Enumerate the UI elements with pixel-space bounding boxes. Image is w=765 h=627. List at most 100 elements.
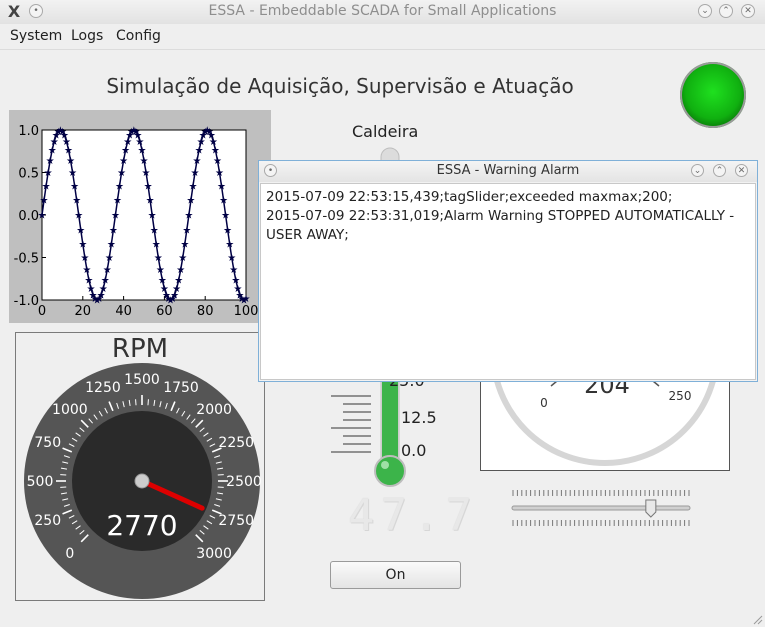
tag-slider[interactable] (510, 488, 692, 528)
sine-plot: 0 20 40 60 80 100 1.0 0.5 0.0 -0.5 -1.0 ★ ★ ★ ★ ★ ★ ★ ★ ★ ★… (9, 110, 271, 323)
dialog-titlebar[interactable]: • ESSA - Warning Alarm ⌄ ⌃ ✕ (259, 161, 757, 182)
sine-point: ★ (148, 211, 157, 222)
y-tick-label: -1.0 (14, 294, 39, 309)
status-led (680, 62, 746, 128)
sine-point: ★ (191, 168, 200, 179)
rpm-tick-label: 1250 (85, 380, 121, 396)
rpm-hub (134, 473, 150, 489)
sine-point: ★ (213, 156, 222, 167)
rpm-tick-label: 2000 (196, 402, 232, 418)
alarm-log-text[interactable]: 2015-07-09 22:53:15,439;tagSlider;exceed… (260, 183, 756, 380)
thermo-tick-12-5: 12.5 (401, 408, 437, 427)
menu-system[interactable]: System (10, 28, 62, 44)
sine-point: ★ (113, 196, 122, 207)
sine-point: ★ (68, 168, 77, 179)
sine-point: ★ (109, 225, 118, 236)
sine-point: ★ (46, 156, 55, 167)
sine-point: ★ (227, 253, 236, 264)
sine-point: ★ (111, 211, 120, 222)
maximize-icon[interactable]: ⌃ (719, 4, 733, 18)
sine-point: ★ (64, 145, 73, 156)
resize-grip-icon[interactable] (751, 613, 763, 625)
rpm-gauge-svg: 0 250 500 750 1000 1250 1500 1750 2000 2250 2500 27… (24, 363, 262, 599)
sine-point: ★ (142, 168, 151, 179)
menu-config[interactable]: Config (116, 28, 161, 44)
rpm-tick-label: 1500 (124, 372, 160, 388)
rpm-tick-label: 3000 (196, 546, 232, 562)
rpm-tick-label: 500 (27, 474, 54, 490)
close-icon[interactable]: ✕ (741, 4, 755, 18)
y-tick-label: -0.5 (14, 252, 39, 267)
sine-point: ★ (40, 196, 49, 207)
dialog-title: ESSA - Warning Alarm (436, 163, 580, 178)
sine-point: ★ (176, 265, 185, 276)
sine-point: ★ (44, 168, 53, 179)
sine-point: ★ (38, 211, 47, 222)
sine-point: ★ (117, 168, 126, 179)
y-tick-label: 1.0 (18, 124, 39, 139)
sine-point: ★ (154, 253, 163, 264)
sine-point: ★ (70, 181, 79, 192)
rpm-tick-label: 2750 (218, 513, 254, 529)
sine-point: ★ (156, 265, 165, 276)
thermometer-scale (331, 395, 371, 453)
x-tick-label: 20 (75, 304, 92, 319)
sine-point: ★ (146, 196, 155, 207)
sine-point: ★ (178, 253, 187, 264)
menubar: System Logs Config (0, 24, 765, 50)
rpm-value: 2770 (106, 509, 177, 542)
sine-point: ★ (42, 181, 51, 192)
lcd-value: 47.7 (348, 490, 478, 541)
sine-point: ★ (180, 240, 189, 251)
thermometer-highlight (381, 461, 389, 469)
sine-point: ★ (82, 265, 91, 276)
sine-point: ★ (105, 253, 114, 264)
sine-point: ★ (103, 265, 112, 276)
sine-point: ★ (215, 168, 224, 179)
sine-point: ★ (119, 156, 128, 167)
sine-point: ★ (188, 181, 197, 192)
window-titlebar[interactable]: X • ESSA - Embeddable SCADA for Small Ap… (0, 0, 765, 25)
menu-logs[interactable]: Logs (71, 28, 103, 44)
x-tick-label: 0 (38, 304, 46, 319)
sine-point: ★ (150, 225, 159, 236)
sine-point: ★ (66, 156, 75, 167)
slider-track[interactable] (511, 505, 691, 511)
sine-point: ★ (211, 145, 220, 156)
sine-point: ★ (115, 181, 124, 192)
rpm-tick-label: 2500 (226, 474, 262, 490)
dialog-minimize-icon[interactable]: ⌄ (691, 164, 704, 177)
slider-handle[interactable] (645, 499, 657, 518)
rpm-tick-label: 1750 (163, 380, 199, 396)
sine-point: ★ (186, 196, 195, 207)
minimize-icon[interactable]: ⌄ (698, 4, 712, 18)
sine-point: ★ (174, 276, 183, 287)
warning-alarm-dialog[interactable]: • ESSA - Warning Alarm ⌄ ⌃ ✕ 2015-07-09 … (258, 160, 758, 382)
sine-point: ★ (217, 181, 226, 192)
y-tick-label: 0.0 (18, 209, 39, 224)
sine-point: ★ (219, 196, 228, 207)
sine-point: ★ (72, 196, 81, 207)
sine-point: ★ (242, 294, 251, 305)
dialog-close-icon[interactable]: ✕ (735, 164, 748, 177)
rpm-tick-label: 0 (65, 546, 74, 562)
sine-point: ★ (193, 156, 202, 167)
x-tick-label: 80 (197, 304, 214, 319)
sine-point: ★ (221, 211, 230, 222)
sine-point: ★ (140, 156, 149, 167)
sine-point: ★ (223, 225, 232, 236)
rpm-gauge-frame: RPM 0 250 500 750 1000 1250 1500 1750 2000 2250 25… (15, 332, 265, 601)
alarm-log-line: 2015-07-09 22:53:15,439;tagSlider;exceed… (266, 189, 673, 205)
sine-point: ★ (137, 145, 146, 156)
thermometer-bulb (374, 455, 406, 487)
sine-plot-svg: 0 20 40 60 80 1001.00.50.0-0.5-1.0 ★★★★★★★★★★… (14, 124, 259, 319)
window-title: ESSA - Embeddable SCADA for Small Applic… (208, 3, 557, 19)
rpm-tick-label: 750 (34, 435, 61, 451)
sine-point: ★ (225, 240, 234, 251)
dialog-maximize-icon[interactable]: ⌃ (713, 164, 726, 177)
sine-point: ★ (74, 211, 83, 222)
page-title: Simulação de Aquisição, Supervisão e Atu… (106, 74, 574, 98)
rpm-tick-label: 250 (34, 513, 61, 529)
rpm-tick-label: 1000 (52, 402, 88, 418)
on-button[interactable]: On (330, 561, 461, 589)
